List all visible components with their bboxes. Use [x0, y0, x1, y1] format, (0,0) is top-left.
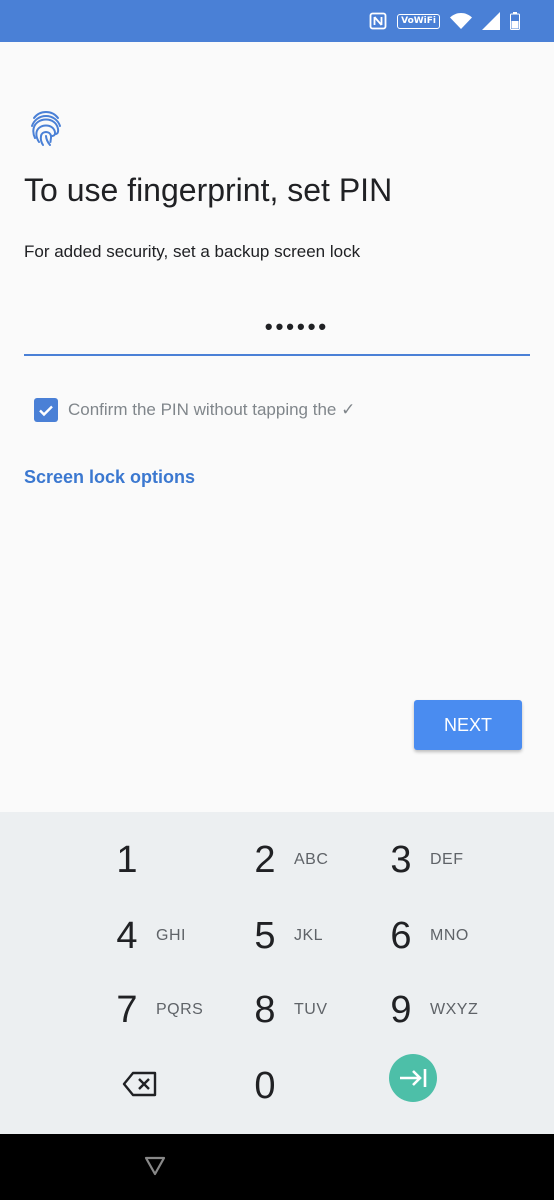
key-digit: 7: [116, 988, 138, 1031]
key-digit: 6: [390, 914, 412, 957]
key-letters: ABC: [294, 851, 329, 868]
key-0[interactable]: 0: [248, 1056, 368, 1116]
battery-icon: [510, 12, 520, 30]
wifi-icon: [450, 13, 472, 29]
status-bar: VoWiFi: [0, 0, 554, 42]
key-letters: WXYZ: [430, 1001, 479, 1018]
pin-input[interactable]: ••••••: [24, 300, 530, 356]
key-letters: DEF: [430, 851, 464, 868]
confirm-pin-option[interactable]: Confirm the PIN without tapping the ✓: [34, 398, 355, 422]
key-digit: 3: [390, 838, 412, 881]
key-digit: 0: [254, 1064, 276, 1107]
key-letters: TUV: [294, 1001, 328, 1018]
enter-arrow-icon: [400, 1069, 427, 1087]
key-digit: 1: [116, 838, 138, 881]
navigation-bar: [0, 1134, 554, 1200]
key-8[interactable]: 8 TUV: [248, 980, 368, 1040]
key-digit: 9: [390, 988, 412, 1031]
next-button[interactable]: NEXT: [414, 700, 522, 750]
key-digit: 5: [254, 914, 276, 957]
key-letters: GHI: [156, 927, 186, 944]
fingerprint-icon: [28, 108, 64, 148]
key-letters: JKL: [294, 927, 324, 944]
key-digit: 4: [116, 914, 138, 957]
key-7[interactable]: 7 PQRS: [110, 980, 230, 1040]
cell-signal-icon: [482, 12, 500, 30]
key-1[interactable]: 1: [110, 830, 230, 890]
backspace-icon: [122, 1071, 157, 1097]
key-letters: MNO: [430, 927, 469, 944]
checkmark-icon: [39, 405, 53, 417]
key-4[interactable]: 4 GHI: [110, 906, 230, 966]
enter-key[interactable]: [389, 1054, 437, 1102]
setup-screen: To use fingerprint, set PIN For added se…: [0, 42, 554, 812]
page-subtitle: For added security, set a backup screen …: [24, 242, 361, 261]
confirm-label: Confirm the PIN without tapping the ✓: [68, 400, 356, 419]
numeric-keypad: 1 2 ABC 3 DEF 4 GHI 5 JKL 6 MNO 7 PQRS 8…: [0, 812, 554, 1134]
confirm-checkbox[interactable]: [34, 398, 58, 422]
nfc-icon: [369, 12, 387, 30]
key-6[interactable]: 6 MNO: [384, 906, 504, 966]
key-digit: 8: [254, 988, 276, 1031]
key-5[interactable]: 5 JKL: [248, 906, 368, 966]
key-9[interactable]: 9 WXYZ: [384, 980, 504, 1040]
backspace-key[interactable]: [120, 1068, 160, 1100]
back-triangle-icon[interactable]: [144, 1156, 166, 1181]
vowifi-badge: VoWiFi: [397, 13, 440, 29]
key-digit: 2: [254, 838, 276, 881]
key-letters: PQRS: [156, 1001, 204, 1018]
page-title: To use fingerprint, set PIN: [24, 172, 393, 208]
pin-value: ••••••: [264, 314, 330, 339]
key-2[interactable]: 2 ABC: [248, 830, 368, 890]
screen-lock-options-link[interactable]: Screen lock options: [24, 467, 195, 488]
key-3[interactable]: 3 DEF: [384, 830, 504, 890]
